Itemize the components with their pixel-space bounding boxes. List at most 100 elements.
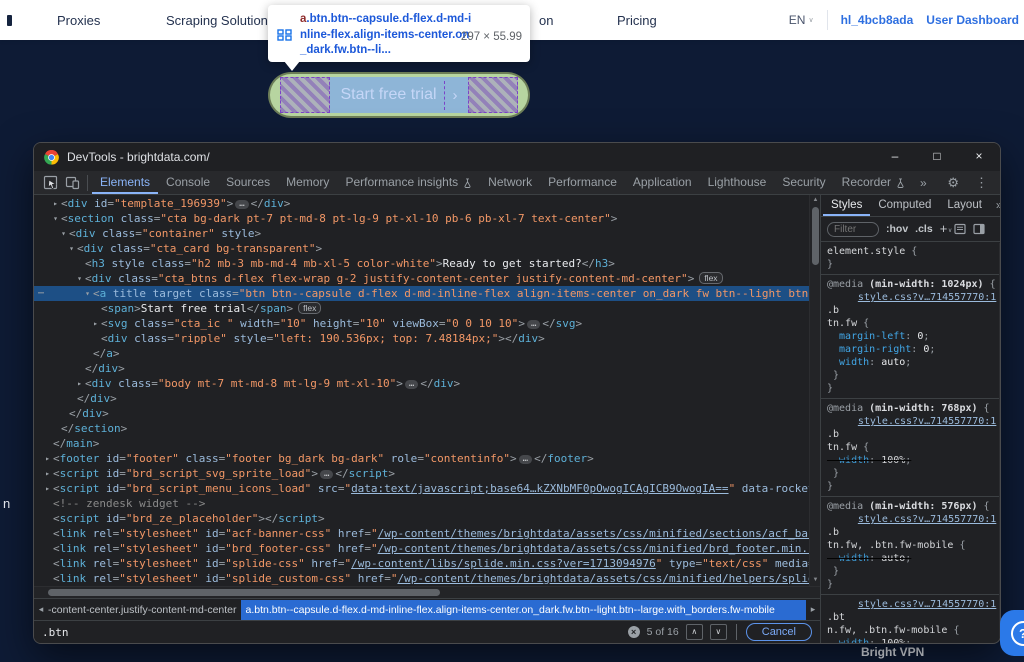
dom-tree-line[interactable]: ▾<div class="cta_btns d-flex flex-wrap g…	[34, 271, 820, 286]
dom-tree-line[interactable]: </div>	[34, 361, 820, 376]
dom-tree-line[interactable]: ▸<div class="body mt-7 mt-md-8 mt-lg-9 m…	[34, 376, 820, 391]
devtools-tab-sources[interactable]: Sources	[218, 171, 278, 194]
sidebar-toggle-icon[interactable]	[973, 223, 985, 235]
dom-tree-line[interactable]: ▸<svg class="cta_ic " width="10" height=…	[34, 316, 820, 331]
twisty-icon[interactable]: ▸	[42, 451, 53, 466]
inspect-element-icon[interactable]	[39, 172, 61, 194]
css-declaration[interactable]: }	[827, 467, 999, 480]
devtools-tab-performance[interactable]: Performance	[540, 171, 625, 194]
inline-expand-icon[interactable]: …	[527, 320, 540, 329]
language-selector[interactable]: EN∨	[789, 13, 814, 27]
nav-item-proxies[interactable]: Proxies	[57, 13, 100, 28]
twisty-icon[interactable]: ▸	[42, 481, 53, 496]
dom-tree-line[interactable]: <span>Start free trial</span>flex	[34, 301, 820, 316]
devtools-tab-performance-insights[interactable]: Performance insights	[337, 171, 480, 194]
dom-tree-line[interactable]: </main>	[34, 436, 820, 451]
toggle-hover-state-button[interactable]: :hov	[886, 223, 908, 235]
css-declaration[interactable]: tn.fw {	[827, 317, 999, 330]
nav-item-pricing[interactable]: Pricing	[617, 13, 657, 28]
elements-horizontal-scrollbar[interactable]	[34, 586, 820, 598]
devtools-tab-security[interactable]: Security	[774, 171, 833, 194]
css-declaration[interactable]: }	[827, 578, 999, 591]
css-declaration[interactable]: .b	[827, 526, 999, 539]
css-declaration[interactable]: width: auto;	[827, 552, 999, 565]
css-declaration[interactable]: margin-right: 0;	[827, 343, 999, 356]
css-declaration[interactable]: @media (min-width: 1024px) {	[827, 278, 999, 291]
line-gutter-ellipsis-icon[interactable]: ⋯	[38, 286, 45, 301]
css-declaration[interactable]: .bt	[827, 611, 999, 624]
dom-tree-line[interactable]: ⋯▾<a title target class="btn btn--capsul…	[34, 286, 820, 301]
twisty-icon[interactable]: ▸	[74, 376, 85, 391]
devtools-tab-elements[interactable]: Elements	[92, 171, 158, 194]
twisty-icon[interactable]: ▾	[58, 226, 69, 241]
dom-tree-line[interactable]: </div>	[34, 406, 820, 421]
css-declaration[interactable]: .b	[827, 428, 999, 441]
more-sidebar-tabs-icon[interactable]: »	[990, 200, 1001, 212]
dom-tree-line[interactable]: ▾<section class="cta bg-dark pt-7 pt-md-…	[34, 211, 820, 226]
dom-tree-line[interactable]: ▸<script id="brd_script_menu_icons_load"…	[34, 481, 820, 496]
css-declaration[interactable]: @media (min-width: 576px) {	[827, 500, 999, 513]
dom-tree-line[interactable]: </a>	[34, 346, 820, 361]
nav-item-scraping-solutions[interactable]: Scraping Solutions	[166, 13, 274, 28]
twisty-icon[interactable]: ▾	[74, 271, 85, 286]
kebab-menu-icon[interactable]: ⋮	[968, 175, 995, 191]
css-declaration[interactable]: element.style {	[827, 245, 999, 258]
css-declaration[interactable]: width: auto;	[827, 356, 999, 369]
dom-tree-line[interactable]: <script id="brd_ze_placeholder"></script…	[34, 511, 820, 526]
scrollbar-thumb[interactable]	[48, 589, 440, 596]
dom-tree-line[interactable]: ▸<footer id="footer" class="footer bg_da…	[34, 451, 820, 466]
css-declaration[interactable]: margin-left: 0;	[827, 330, 999, 343]
dom-tree-line[interactable]: <link rel="stylesheet" id="splide_custom…	[34, 571, 820, 586]
nav-item-partial[interactable]: on	[539, 13, 553, 28]
help-widget-button[interactable]: ?	[1000, 610, 1024, 656]
elements-vertical-scrollbar[interactable]: ▲ ▼	[809, 195, 820, 586]
dom-tree-line[interactable]: </div>	[34, 391, 820, 406]
css-declaration[interactable]: width: 100%;	[827, 637, 999, 643]
tab-layout[interactable]: Layout	[939, 195, 990, 216]
css-declaration[interactable]: width: 100%;	[827, 454, 999, 467]
css-declaration[interactable]: }	[827, 382, 999, 395]
css-declaration[interactable]: n.fw, .btn.fw-mobile {	[827, 624, 999, 637]
devtools-tab-recorder[interactable]: Recorder	[834, 171, 913, 194]
breadcrumb-right-icon[interactable]: ▸	[806, 604, 820, 615]
inline-expand-icon[interactable]: …	[405, 380, 418, 389]
dom-tree-line[interactable]: ▾<div class="cta_card bg-transparent">	[34, 241, 820, 256]
scroll-down-icon[interactable]: ▼	[810, 575, 820, 586]
tab-computed[interactable]: Computed	[870, 195, 939, 216]
css-declaration[interactable]: tn.fw {	[827, 441, 999, 454]
element-state-icon[interactable]	[954, 223, 966, 235]
devtools-titlebar[interactable]: DevTools - brightdata.com/ – □ ×	[34, 143, 1000, 171]
breadcrumb-parent[interactable]: -content-center.justify-content-md-cente…	[48, 604, 237, 616]
twisty-icon[interactable]: ▸	[90, 316, 101, 331]
device-toolbar-icon[interactable]	[61, 172, 83, 194]
settings-gear-icon[interactable]: ⚙	[940, 175, 966, 191]
inline-expand-icon[interactable]: …	[235, 200, 248, 209]
css-declaration[interactable]: }	[827, 565, 999, 578]
user-dashboard-link[interactable]: User Dashboard	[926, 13, 1019, 27]
more-tabs-button[interactable]: »	[913, 176, 934, 190]
stylesheet-link[interactable]: style.css?v…714557770:1	[858, 292, 996, 303]
stylesheet-link[interactable]: style.css?v…714557770:1	[858, 599, 996, 610]
css-declaration[interactable]: tn.fw, .btn.fw-mobile {	[827, 539, 999, 552]
highlighted-cta-button[interactable]: Start free trial ›	[268, 72, 530, 118]
stylesheet-link[interactable]: style.css?v…714557770:1	[858, 514, 996, 525]
inline-expand-icon[interactable]: …	[320, 470, 333, 479]
twisty-icon[interactable]: ▾	[50, 211, 61, 226]
toggle-classes-button[interactable]: .cls	[915, 223, 933, 235]
scrollbar-thumb[interactable]	[812, 207, 819, 265]
dom-tree-line[interactable]: <link rel="stylesheet" id="brd_footer-cs…	[34, 541, 820, 556]
dom-tree-line[interactable]: <link rel="stylesheet" id="splide-css" h…	[34, 556, 820, 571]
stylesheet-link[interactable]: style.css?v…714557770:1	[858, 416, 996, 427]
dom-tree-line[interactable]: ▸<div id="template_196939">…</div>	[34, 196, 820, 211]
css-declaration[interactable]: @media (min-width: 768px) {	[827, 402, 999, 415]
twisty-icon[interactable]: ▾	[66, 241, 77, 256]
devtools-tab-memory[interactable]: Memory	[278, 171, 337, 194]
twisty-icon[interactable]: ▾	[82, 286, 93, 301]
dom-search-input[interactable]: .btn	[42, 626, 621, 639]
twisty-icon[interactable]: ▸	[50, 196, 61, 211]
css-declaration[interactable]: .b	[827, 304, 999, 317]
dom-tree-line[interactable]: ▸<script id="brd_script_svg_sprite_load"…	[34, 466, 820, 481]
devtools-tab-console[interactable]: Console	[158, 171, 218, 194]
dom-tree-line[interactable]: </section>	[34, 421, 820, 436]
flex-badge[interactable]: flex	[298, 302, 321, 314]
